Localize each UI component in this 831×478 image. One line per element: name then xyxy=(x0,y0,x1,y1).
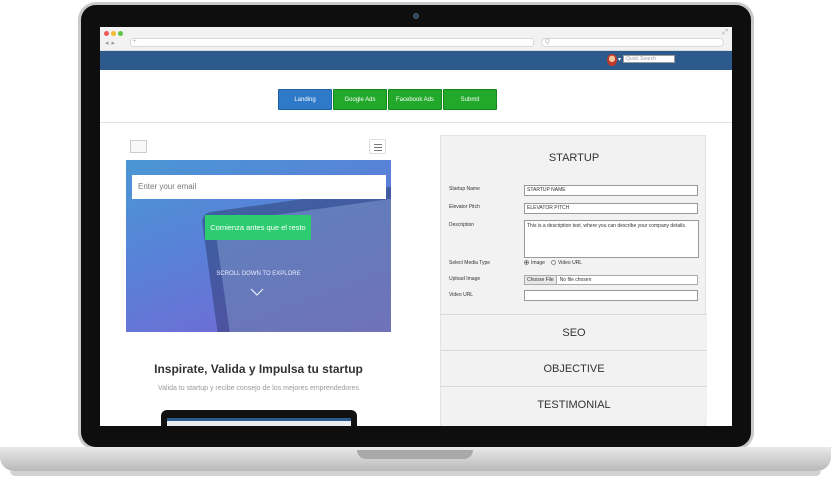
broken-image-icon xyxy=(130,140,147,153)
browser-search-bar[interactable]: Q xyxy=(541,38,724,47)
maximize-window-icon[interactable] xyxy=(118,31,123,36)
pitch-field[interactable]: ELEVATOR PITCH xyxy=(524,203,698,214)
chevron-down-icon[interactable] xyxy=(250,285,264,299)
form-title: STARTUP xyxy=(548,152,600,164)
startup-name-label: Startup Name xyxy=(449,186,480,192)
radio-video-url[interactable]: Video URL xyxy=(551,260,582,266)
laptop-mockup: ◂▸ + Q ⤢ ▾ Quick Search Landing Google A… xyxy=(0,0,831,478)
file-upload-input[interactable]: Choose File No file chosen xyxy=(524,275,698,285)
back-forward-icon[interactable]: ◂▸ xyxy=(105,39,118,47)
landing-headline: Inspirate, Valida y Impulsa tu startup xyxy=(154,362,363,376)
tab-google-ads[interactable]: Google Ads xyxy=(333,89,387,110)
laptop-illustration xyxy=(161,410,357,426)
tab-submit[interactable]: Submit xyxy=(443,89,497,110)
section-testimonial[interactable]: TESTIMONIAL xyxy=(441,386,707,422)
description-textarea[interactable]: This is a description text, where you ca… xyxy=(524,220,699,258)
section-seo[interactable]: SEO xyxy=(441,314,707,350)
tablet-illustration xyxy=(200,184,391,332)
cta-button[interactable]: Comienza antes que el resto xyxy=(205,215,311,240)
pitch-label: Elevator Pitch xyxy=(449,204,480,210)
avatar[interactable] xyxy=(607,54,617,66)
landing-subline: Valida tu startup y recibe consejo de lo… xyxy=(157,385,360,392)
minimize-window-icon[interactable] xyxy=(111,31,116,36)
startup-form-panel: STARTUP Startup Name STARTUP NAME Elevat… xyxy=(440,135,707,426)
media-type-label: Select Media Type xyxy=(449,260,491,266)
scroll-hint: SCROLL DOWN TO EXPLORE xyxy=(216,271,301,277)
chevron-down-icon[interactable]: ▾ xyxy=(618,56,621,63)
section-objective[interactable]: OBJECTIVE xyxy=(441,350,707,386)
browser-toolbar: ◂▸ + Q ⤢ xyxy=(100,27,732,51)
no-file-text: No file chosen xyxy=(559,277,592,283)
radio-selected-icon[interactable] xyxy=(524,260,529,266)
upload-label: Upload Image xyxy=(449,276,481,282)
address-bar[interactable]: + xyxy=(130,38,534,47)
fullscreen-icon[interactable]: ⤢ xyxy=(722,29,728,37)
camera-icon xyxy=(413,13,419,19)
close-window-icon[interactable] xyxy=(104,31,109,36)
hero-banner: Enter your email Comienza antes que el r… xyxy=(126,160,391,332)
radio-unselected-icon[interactable] xyxy=(551,260,556,266)
choose-file-button[interactable]: Choose File xyxy=(525,276,557,284)
laptop-shadow xyxy=(10,471,821,476)
screen: ◂▸ + Q ⤢ ▾ Quick Search Landing Google A… xyxy=(100,27,732,426)
video-url-label: Video URL xyxy=(449,292,474,298)
video-url-field[interactable] xyxy=(524,290,698,301)
startup-name-field[interactable]: STARTUP NAME xyxy=(524,185,698,196)
laptop-notch xyxy=(357,450,473,459)
radio-image[interactable]: Image xyxy=(524,260,545,266)
tab-landing[interactable]: Landing xyxy=(278,89,332,110)
app-header: ▾ Quick Search xyxy=(100,51,732,70)
hamburger-menu-icon[interactable] xyxy=(369,139,386,154)
quick-search-input[interactable]: Quick Search xyxy=(623,55,675,63)
description-label: Description xyxy=(449,222,475,228)
tab-bar: Landing Google Ads Facebook Ads Submit xyxy=(100,70,732,123)
tab-facebook-ads[interactable]: Facebook Ads xyxy=(388,89,442,110)
email-field[interactable]: Enter your email xyxy=(132,175,386,199)
